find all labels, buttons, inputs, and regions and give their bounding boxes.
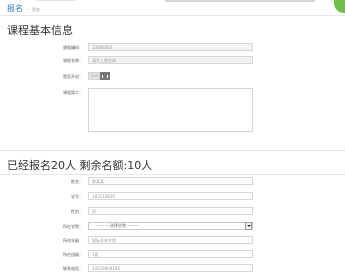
top-strip-line [36,0,76,1]
course-name-label: 课程名称： [63,58,83,63]
toggle-off-text: 关闭 [88,72,100,80]
college-select-value: ---------选择学院--------- [97,223,139,228]
course-intro-label: 课程简介： [63,90,83,95]
breadcrumb: 报名 › 添加 [7,3,40,15]
class-field[interactable]: 3班 [88,250,253,258]
breadcrumb-divider [0,15,345,16]
breadcrumb-root[interactable]: 报名 [7,4,23,13]
gender-field[interactable]: 男 [88,207,253,215]
signup-section-title: 已经报名20人 剩余名额:10人 [7,159,153,172]
chevron-down-icon[interactable] [245,222,252,230]
name-field[interactable]: 黄某某 [88,177,253,185]
student-id-field[interactable]: 182110820 [88,192,253,200]
gender-label: 性别： [71,209,83,214]
top-strip-bar [165,0,315,2]
breadcrumb-current: 添加 [31,7,40,12]
college-label: 所在学院： [63,224,83,229]
phone-field[interactable]: 13219808180 [88,264,253,272]
breadcrumb-separator: › [27,7,29,12]
course-code-label: 课程编码： [63,45,83,50]
name-label: 姓名： [71,179,83,184]
signup-divider [0,174,345,175]
course-intro-textarea[interactable] [88,88,253,132]
phone-label: 联系电话： [63,266,83,271]
corner-badge-icon[interactable] [334,0,345,13]
course-code-field[interactable]: 33008081 [88,43,253,51]
grade-field[interactable]: 国际关系学院 [88,236,253,244]
student-id-label: 学号： [71,194,83,199]
toggle-handle-icon [100,72,110,80]
course-enabled-toggle[interactable]: 关闭 [88,72,110,80]
section-divider [0,150,345,151]
class-label: 所在班级： [63,252,83,257]
college-select[interactable]: ---------选择学院--------- [88,222,253,230]
course-name-field[interactable]: 填写上报名称 [88,56,253,64]
grade-label: 所在年级： [63,238,83,243]
course-enabled-label: 是否开启： [63,74,83,79]
top-strip [0,0,345,4]
course-section-title: 课程基本信息 [7,24,73,37]
